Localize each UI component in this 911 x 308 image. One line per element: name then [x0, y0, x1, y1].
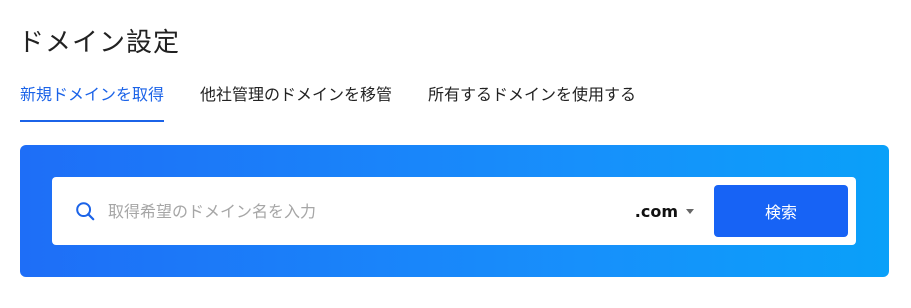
search-icon	[76, 202, 95, 221]
page: ドメイン設定 新規ドメインを取得 他社管理のドメインを移管 所有するドメインを使…	[0, 0, 911, 308]
page-title: ドメイン設定	[18, 28, 181, 58]
tab-bar: 新規ドメインを取得 他社管理のドメインを移管 所有するドメインを使用する	[20, 84, 672, 122]
search-button[interactable]: 検索	[714, 185, 848, 237]
domain-search-input[interactable]	[108, 191, 635, 231]
tab-new-domain[interactable]: 新規ドメインを取得	[20, 84, 165, 122]
tld-value: .com	[634, 201, 678, 221]
chevron-down-icon	[686, 208, 694, 214]
search-bar: .com 検索	[52, 177, 856, 245]
tab-transfer-domain[interactable]: 他社管理のドメインを移管	[200, 84, 392, 122]
search-panel: .com 検索	[20, 145, 889, 277]
tld-dropdown[interactable]: .com	[635, 202, 694, 221]
tab-use-own-domain[interactable]: 所有するドメインを使用する	[428, 84, 636, 122]
